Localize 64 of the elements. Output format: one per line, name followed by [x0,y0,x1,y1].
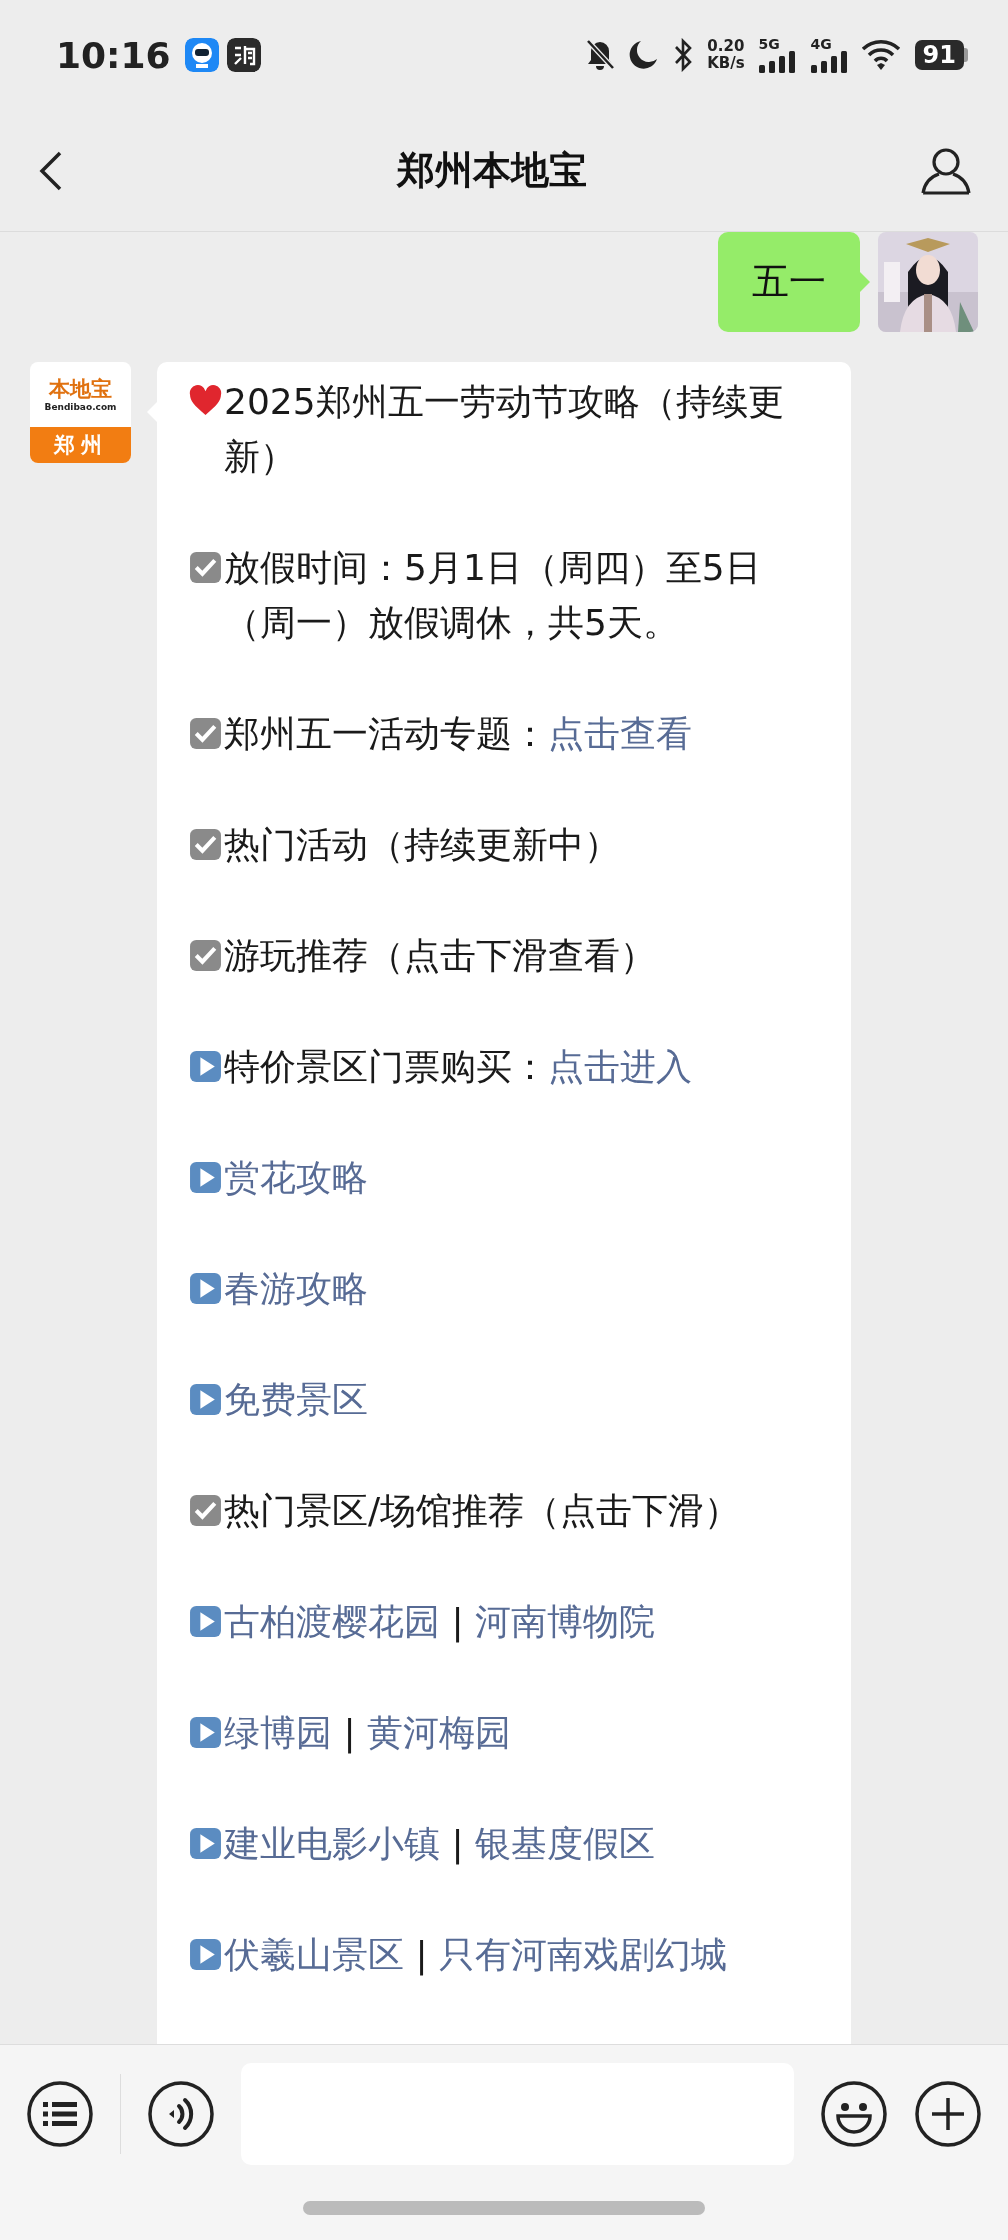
checkbox-icon [189,717,222,750]
sender-logo[interactable]: 本地宝 Bendibao.com 郑州 [30,362,131,463]
logo-city: 郑州 [30,427,131,463]
avatar[interactable] [878,232,978,332]
message-text: 热门景区/场馆推荐（点击下滑） [224,1490,741,1531]
play-icon [189,1161,222,1194]
emoji-icon[interactable] [820,2080,888,2148]
shopping-app-icon [226,38,261,72]
link[interactable]: 银基度假区 [475,1823,655,1864]
checkbox-icon [189,828,222,861]
heart-icon [189,385,222,418]
signal-icon [758,51,797,73]
network-speed: 0.20 [707,38,745,55]
message-text: 放假时间：5月1日（周四）至5日（周一）放假调休，共5天。 [224,547,761,643]
play-icon [189,1383,222,1416]
voice-icon[interactable] [147,2080,215,2148]
link[interactable]: 点击查看 [548,713,692,754]
message-text: 2025郑州五一劳动节攻略（持续更新） [224,381,784,477]
speed-unit: KB/s [707,55,745,72]
message-text: | [414,1934,429,1975]
profile-icon[interactable] [920,145,972,196]
plus-icon[interactable] [914,2080,982,2148]
link[interactable]: 只有河南戏剧幻城 [439,1934,727,1975]
robot-app-icon [184,38,219,72]
link[interactable]: 赏花攻略 [224,1157,368,1198]
play-icon [189,1050,222,1083]
wifi-icon [860,39,901,71]
message-text: 游玩推荐（点击下滑查看） [224,935,656,976]
message-text: | [450,1601,465,1642]
message-text: 郑州五一活动专题： [224,713,548,754]
message-text: 特价景区门票购买： [224,1046,548,1087]
bell-off-icon [585,39,616,71]
link[interactable]: 河南博物院 [475,1601,655,1642]
link[interactable]: 伏羲山景区 [224,1934,404,1975]
link[interactable]: 古柏渡樱花园 [224,1601,440,1642]
logo-site: Bendibao.com [44,400,117,413]
link[interactable]: 免费景区 [224,1379,368,1420]
checkbox-icon [189,1494,222,1527]
network-type: 4G [810,37,833,51]
link[interactable]: 春游攻略 [224,1268,368,1309]
message-bubble: 五一 [718,232,860,332]
link[interactable]: 绿博园 [224,1712,332,1753]
checkbox-icon [189,939,222,972]
list-icon[interactable] [26,2080,94,2148]
play-icon [189,1605,222,1638]
play-icon [189,1272,222,1305]
link[interactable]: 黄河梅园 [367,1712,511,1753]
message-text: | [342,1712,357,1753]
play-icon [189,1716,222,1749]
message-text: 热门活动（持续更新中） [224,824,620,865]
back-icon[interactable] [38,149,64,192]
logo-name: 本地宝 [49,376,112,401]
network-type: 5G [758,37,781,51]
play-icon [189,1938,222,1971]
link[interactable]: 建业电影小镇 [224,1823,440,1864]
signal-icon [810,51,849,73]
chat-title: 郑州本地宝 [397,147,587,194]
checkbox-icon [189,551,222,584]
clock-time: 10:16 [56,34,171,76]
link[interactable]: 点击进入 [548,1046,692,1087]
message-text: | [450,1823,465,1864]
battery-level: 91 [914,40,964,70]
play-icon [189,1827,222,1860]
moon-icon [627,39,660,71]
